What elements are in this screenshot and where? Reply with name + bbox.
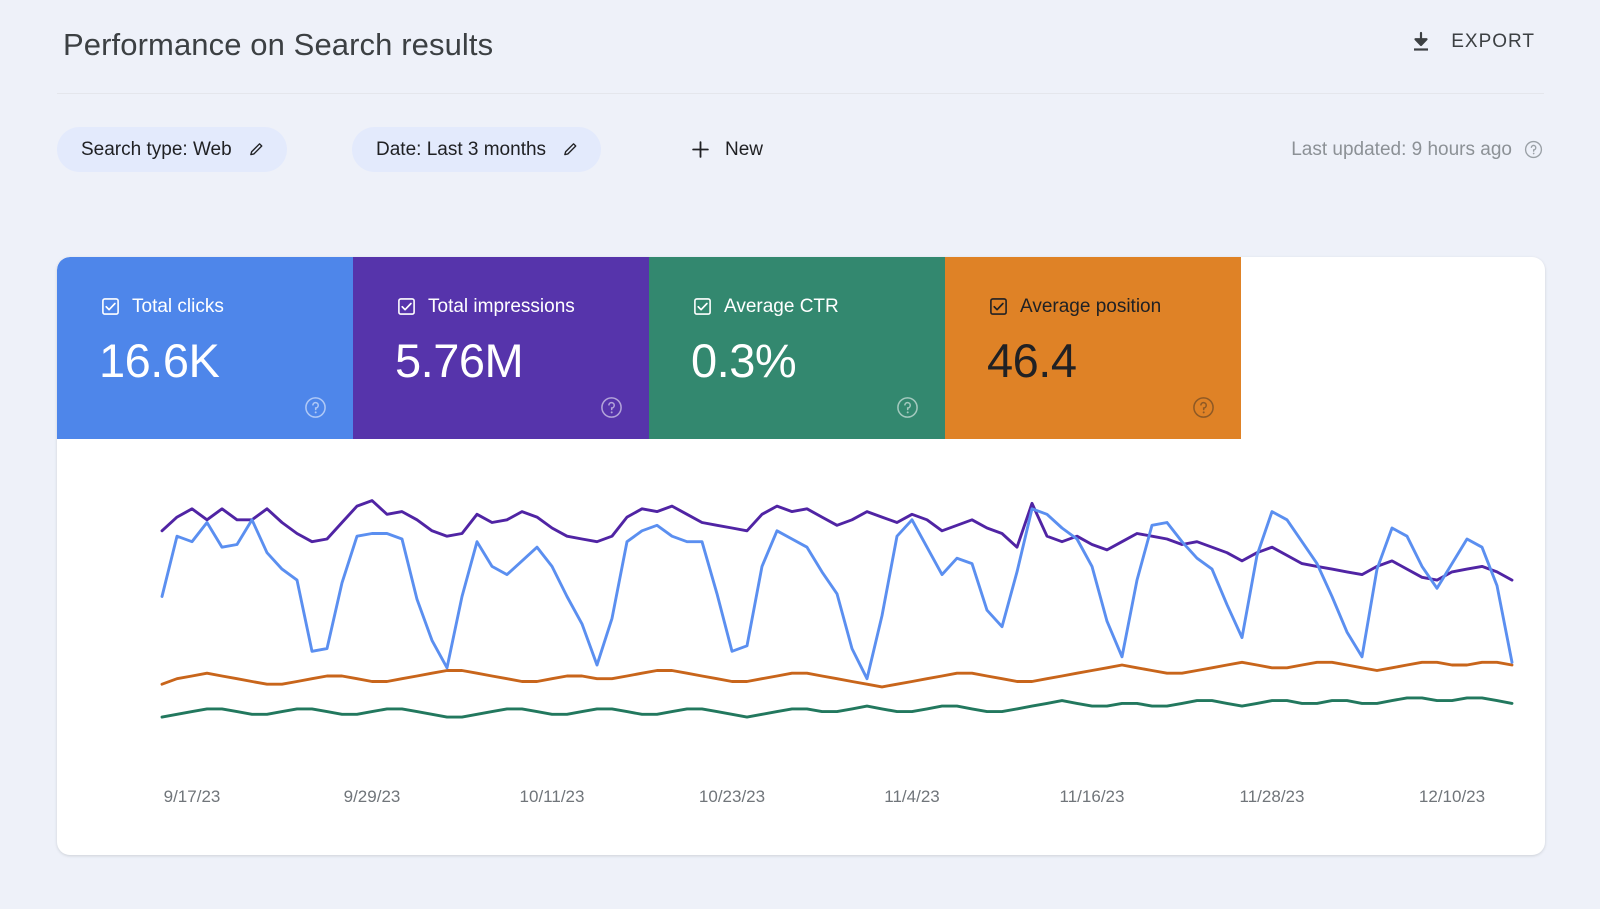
page-title: Performance on Search results [63, 27, 494, 62]
x-axis-tick-label: 11/16/23 [1059, 787, 1125, 806]
metric-tile-total-clicks[interactable]: Total clicks 16.6K [57, 257, 353, 439]
last-updated: Last updated: 9 hours ago [1291, 127, 1543, 172]
metric-label: Total clicks [132, 296, 224, 317]
help-circle-icon[interactable] [304, 396, 327, 419]
filter-chip-date-label: Date: Last 3 months [376, 138, 547, 160]
checkbox-checked-icon[interactable] [397, 297, 416, 316]
metric-value: 46.4 [987, 334, 1077, 387]
chart-x-axis: 9/17/23 9/29/23 10/11/23 10/23/23 11/4/23 11/… [57, 787, 1545, 817]
page-header: Performance on Search results EXPORT [0, 0, 1600, 94]
filter-chip-search-type[interactable]: Search type: Web [57, 127, 287, 172]
chart-line-total-impressions [162, 501, 1512, 580]
checkbox-checked-icon[interactable] [989, 297, 1008, 316]
metric-header: Average position [989, 297, 1161, 316]
metric-value: 16.6K [99, 334, 220, 387]
checkbox-checked-icon[interactable] [693, 297, 712, 316]
checkbox-checked-icon[interactable] [101, 297, 120, 316]
metric-label: Average CTR [724, 296, 839, 317]
x-axis-tick-label: 12/10/23 [1418, 787, 1486, 806]
metric-label: Average position [1020, 296, 1162, 317]
last-updated-text: Last updated: 9 hours ago [1291, 138, 1512, 160]
chart-line-average-position [162, 662, 1512, 687]
chart-plot-area [57, 439, 1545, 799]
metric-header: Total clicks [101, 297, 224, 316]
plus-icon [690, 139, 711, 160]
metric-tile-average-position[interactable]: Average position 46.4 [945, 257, 1241, 439]
help-circle-icon[interactable] [1524, 140, 1543, 159]
x-axis-tick-label: 9/29/23 [343, 787, 401, 806]
export-label: EXPORT [1451, 31, 1535, 52]
metric-tiles: Total clicks 16.6K Total impressions 5.76M A… [57, 257, 1545, 439]
export-button[interactable]: EXPORT [1407, 26, 1537, 58]
help-circle-icon[interactable] [1192, 396, 1215, 419]
chart-line-total-clicks [162, 509, 1512, 679]
metric-header: Total impressions [397, 297, 575, 316]
filter-chip-date[interactable]: Date: Last 3 months [352, 127, 602, 172]
performance-page: Performance on Search results EXPORT Sea… [0, 0, 1600, 909]
metric-value: 5.76M [395, 334, 524, 387]
new-filter-label: New [725, 138, 764, 160]
metric-label: Total impressions [428, 296, 575, 317]
x-axis-tick-label: 11/4/23 [884, 787, 940, 806]
x-axis-tick-label: 10/11/23 [519, 787, 585, 806]
new-filter-button[interactable]: New [680, 127, 773, 172]
download-icon [1409, 30, 1433, 54]
filter-bar: Search type: Web Date: Last 3 months New… [0, 94, 1600, 206]
chart-line-average-ctr [162, 698, 1512, 717]
metric-tile-total-impressions[interactable]: Total impressions 5.76M [353, 257, 649, 439]
metric-header: Average CTR [693, 297, 839, 316]
x-axis-tick-label: 9/17/23 [163, 787, 221, 806]
performance-chart: 9/17/23 9/29/23 10/11/23 10/23/23 11/4/23 11/… [57, 439, 1545, 855]
pencil-icon [562, 141, 579, 158]
help-circle-icon[interactable] [600, 396, 623, 419]
x-axis-tick-label: 11/28/23 [1239, 787, 1305, 806]
filter-chip-search-type-label: Search type: Web [81, 138, 232, 160]
x-axis-tick-label: 10/23/23 [698, 787, 766, 806]
metric-value: 0.3% [691, 334, 797, 387]
metric-tile-average-ctr[interactable]: Average CTR 0.3% [649, 257, 945, 439]
help-circle-icon[interactable] [896, 396, 919, 419]
pencil-icon [248, 141, 265, 158]
performance-panel: Total clicks 16.6K Total impressions 5.76M A… [57, 257, 1545, 855]
